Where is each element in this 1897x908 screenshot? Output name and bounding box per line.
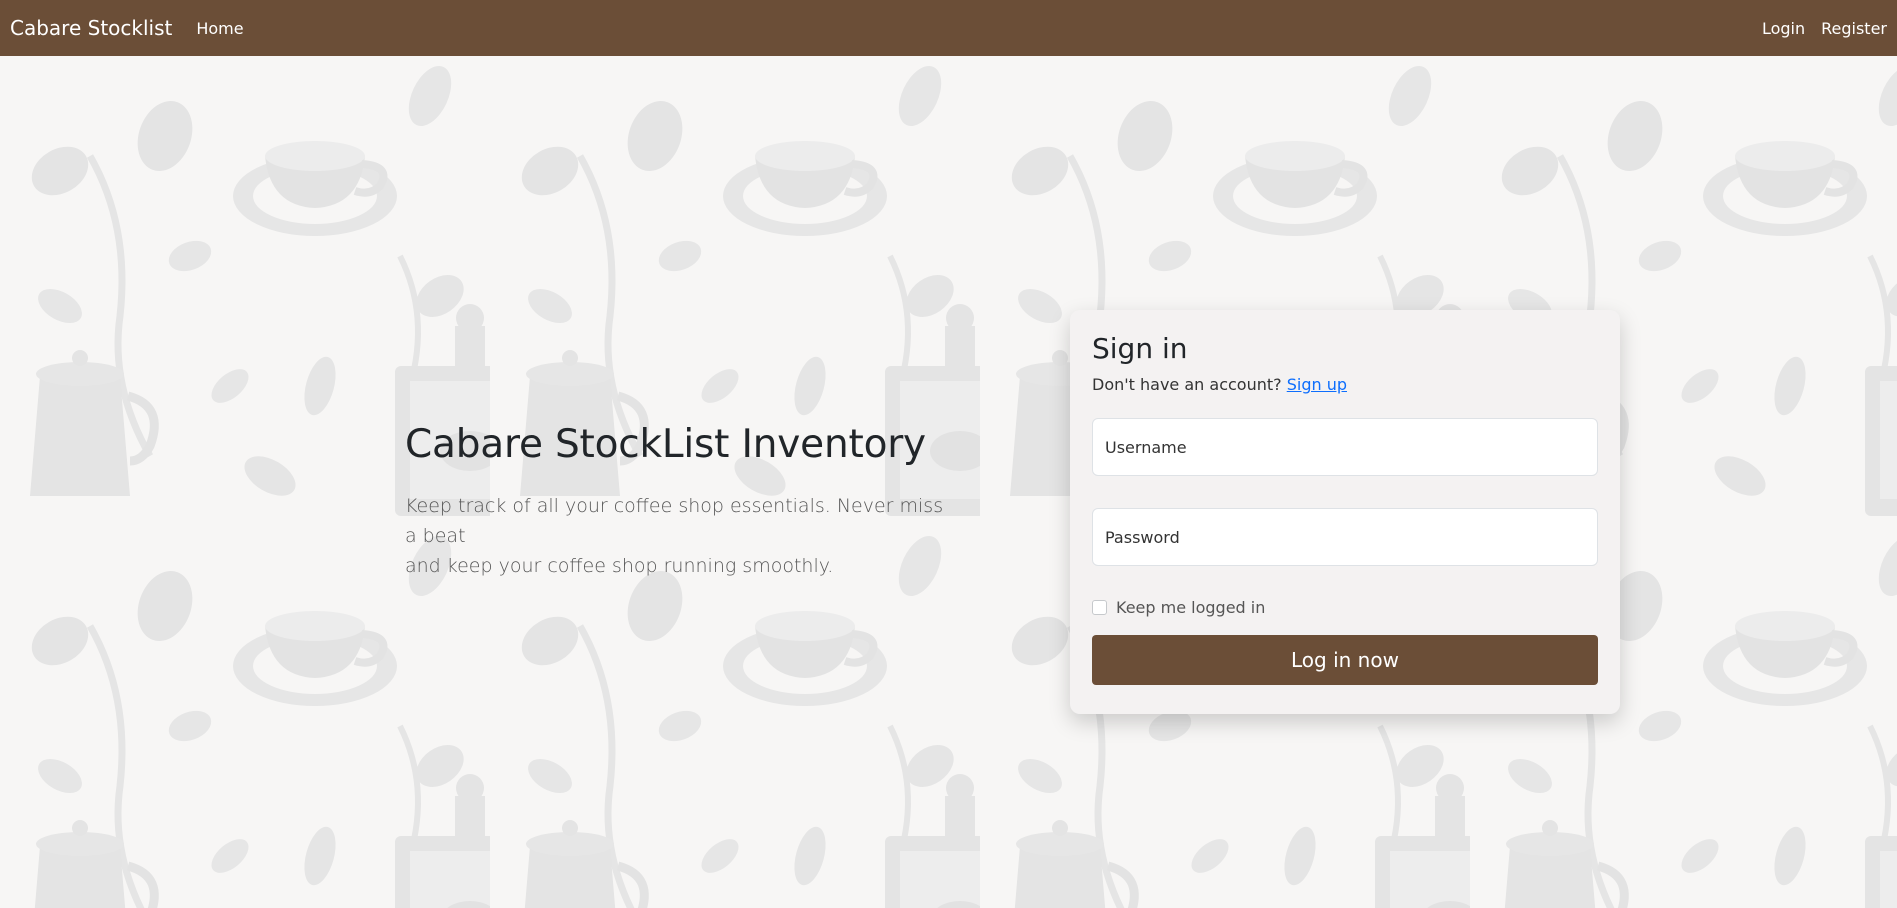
signup-prompt: Don't have an account? Sign up [1092,375,1598,394]
nav-right-group: Login Register [1746,19,1887,38]
top-navbar: Cabare Stocklist Home Login Register [0,0,1897,56]
hero-subtitle-line-2: and keep your coffee shop running smooth… [405,554,834,577]
username-input[interactable] [1105,437,1585,457]
brand-link[interactable]: Cabare Stocklist [10,16,172,40]
password-input[interactable] [1105,527,1585,547]
login-button[interactable]: Log in now [1092,635,1598,685]
signup-prompt-text: Don't have an account? [1092,375,1282,394]
hero-subtitle: Keep track of all your coffee shop essen… [405,491,945,581]
signin-title: Sign in [1092,332,1188,365]
nav-register-link[interactable]: Register [1821,19,1887,38]
checkbox-icon[interactable] [1092,600,1107,615]
hero-title: Cabare StockList Inventory [405,422,926,467]
signup-link[interactable]: Sign up [1287,375,1347,394]
hero-section: Cabare StockList Inventory Keep track of… [405,422,945,581]
nav-login-link[interactable]: Login [1762,19,1805,38]
username-field[interactable] [1092,418,1598,476]
signin-card: Sign in Don't have an account? Sign up K… [1070,310,1620,714]
remember-me-checkbox[interactable]: Keep me logged in [1092,598,1598,617]
password-field[interactable] [1092,508,1598,566]
hero-subtitle-line-1: Keep track of all your coffee shop essen… [405,494,944,547]
remember-me-label: Keep me logged in [1116,598,1266,617]
nav-home-link[interactable]: Home [196,19,243,38]
